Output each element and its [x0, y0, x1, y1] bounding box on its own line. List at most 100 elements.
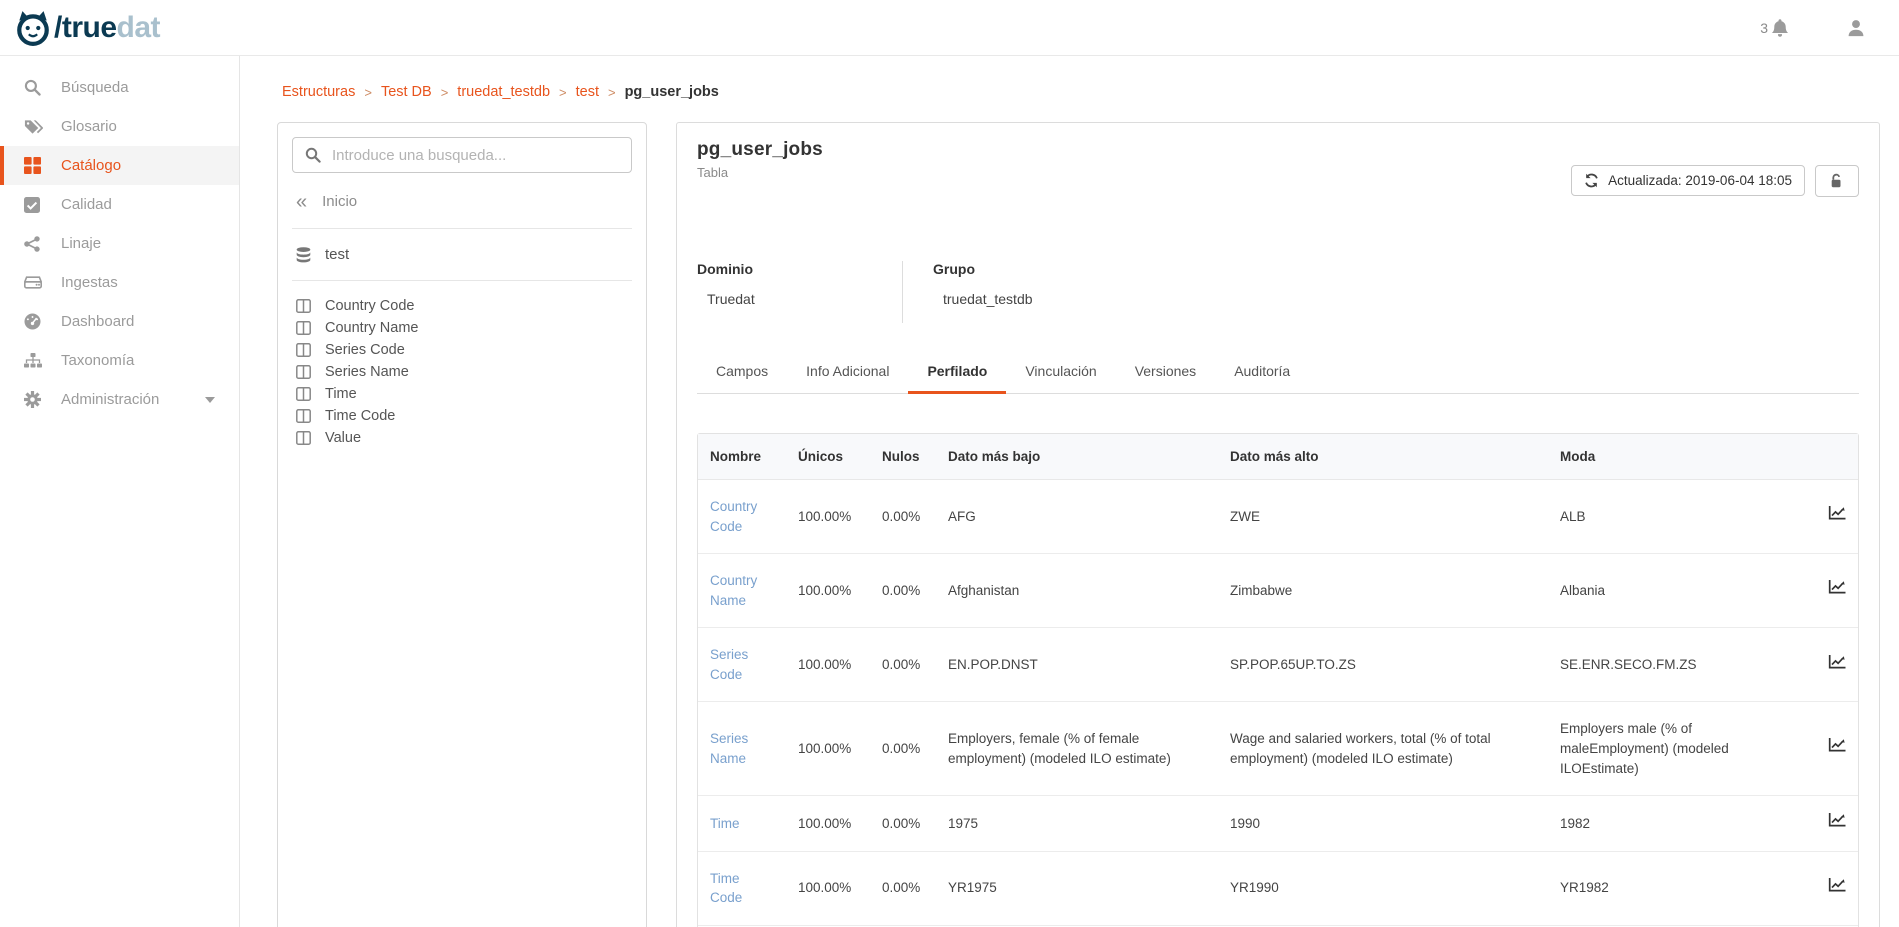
chart-line-icon[interactable]	[1828, 741, 1846, 756]
structure-back-label: Inicio	[322, 193, 357, 210]
profile-table-header: Únicos	[786, 434, 870, 480]
angle-double-left-icon: «	[296, 196, 307, 208]
structure-column-item[interactable]: Country Name	[292, 317, 632, 339]
sidebar-item-label: Catálogo	[61, 157, 121, 174]
columns-icon	[296, 431, 311, 445]
structure-type-label: Tabla	[697, 165, 823, 180]
structure-search-input[interactable]	[332, 147, 619, 164]
breadcrumb-separator: >	[559, 85, 567, 100]
structure-column-item[interactable]: Time	[292, 383, 632, 405]
sidebar-item-label: Búsqueda	[61, 79, 129, 96]
structure-back-link[interactable]: « Inicio	[292, 193, 632, 228]
field-name-link[interactable]: Series Name	[710, 731, 748, 766]
tab-perfilado[interactable]: Perfilado	[908, 355, 1006, 394]
structure-column-item[interactable]: Series Code	[292, 339, 632, 361]
group-value: truedat_testdb	[943, 291, 1033, 307]
columns-icon	[296, 387, 311, 401]
sidebar-item-catalogo[interactable]: Catálogo	[0, 146, 239, 185]
chart-line-icon[interactable]	[1828, 816, 1846, 831]
chart-line-icon[interactable]	[1828, 509, 1846, 524]
columns-icon	[296, 299, 311, 313]
structure-column-item[interactable]: Series Name	[292, 361, 632, 383]
field-name-link[interactable]: Time Code	[710, 871, 742, 906]
database-icon	[296, 247, 311, 263]
caret-down-icon	[205, 397, 215, 403]
profile-table-header: Moda	[1548, 434, 1812, 480]
field-name-link[interactable]: Country Code	[710, 499, 757, 534]
cell-mode: ALB	[1548, 480, 1812, 554]
sidebar-item-glosario[interactable]: Glosario	[0, 107, 239, 146]
refresh-icon	[1584, 173, 1599, 188]
tab-campos[interactable]: Campos	[697, 355, 787, 394]
tab-auditoria[interactable]: Auditoría	[1215, 355, 1309, 394]
profile-table-row: Time Code100.00%0.00%YR1975YR1990YR1982	[698, 852, 1858, 926]
breadcrumb-link[interactable]: truedat_testdb	[457, 84, 550, 100]
sidebar-item-busqueda[interactable]: Búsqueda	[0, 68, 239, 107]
check-square-icon	[24, 197, 44, 213]
cell-lowest: EN.POP.DNST	[936, 628, 1218, 702]
notification-count: 3	[1760, 20, 1768, 36]
bell-icon	[1771, 18, 1789, 37]
breadcrumb: Estructuras>Test DB>truedat_testdb>test>…	[240, 56, 1899, 122]
field-name-link[interactable]: Time	[710, 816, 740, 831]
tab-versiones[interactable]: Versiones	[1116, 355, 1215, 394]
sidebar-item-taxonomia[interactable]: Taxonomía	[0, 341, 239, 380]
gauge-icon	[24, 313, 44, 330]
columns-icon	[296, 409, 311, 423]
unlock-button[interactable]	[1815, 165, 1859, 197]
structure-detail-card: pg_user_jobs Tabla	[676, 122, 1880, 927]
sidebar-item-label: Administración	[61, 391, 159, 408]
tab-info-adicional[interactable]: Info Adicional	[787, 355, 908, 394]
app-logo[interactable]: /truedat	[14, 10, 160, 46]
chart-line-icon[interactable]	[1828, 583, 1846, 598]
profile-table-header: Nulos	[870, 434, 936, 480]
sidebar-item-dashboard[interactable]: Dashboard	[0, 302, 239, 341]
profile-table-row: Country Name100.00%0.00%AfghanistanZimba…	[698, 554, 1858, 628]
columns-icon	[296, 343, 311, 357]
structure-column-item[interactable]: Value	[292, 427, 632, 449]
cell-nulls: 0.00%	[870, 480, 936, 554]
cell-highest: Zimbabwe	[1218, 554, 1548, 628]
chart-line-icon[interactable]	[1828, 881, 1846, 896]
breadcrumb-link[interactable]: Estructuras	[282, 84, 355, 100]
cell-unique: 100.00%	[786, 796, 870, 852]
breadcrumb-current: pg_user_jobs	[625, 84, 719, 100]
chart-line-icon[interactable]	[1828, 658, 1846, 673]
structure-column-label: Time	[325, 386, 357, 402]
sidebar-item-administracion[interactable]: Administración	[0, 380, 239, 419]
user-menu-button[interactable]	[1847, 19, 1865, 37]
sidebar-item-label: Glosario	[61, 118, 117, 135]
structure-column-list: Country CodeCountry NameSeries CodeSerie…	[292, 281, 632, 449]
breadcrumb-link[interactable]: test	[576, 84, 599, 100]
top-header: /truedat 3	[0, 0, 1899, 56]
sidebar-item-ingestas[interactable]: Ingestas	[0, 263, 239, 302]
sidebar-item-label: Calidad	[61, 196, 112, 213]
sidebar-item-linaje[interactable]: Linaje	[0, 224, 239, 263]
refresh-updated-button[interactable]: Actualizada: 2019-06-04 18:05	[1571, 165, 1805, 196]
notifications-button[interactable]: 3	[1760, 18, 1789, 37]
tab-vinculacion[interactable]: Vinculación	[1006, 355, 1115, 394]
cell-unique: 100.00%	[786, 852, 870, 926]
logo-wordmark: /truedat	[54, 13, 160, 43]
breadcrumb-separator: >	[608, 85, 616, 100]
field-name-link[interactable]: Series Code	[710, 647, 748, 682]
sidebar-item-label: Dashboard	[61, 313, 134, 330]
structure-column-item[interactable]: Country Code	[292, 295, 632, 317]
sidebar-item-calidad[interactable]: Calidad	[0, 185, 239, 224]
domain-label: Dominio	[697, 261, 902, 277]
field-name-link[interactable]: Country Name	[710, 573, 757, 608]
structure-parent-item[interactable]: test	[292, 229, 632, 280]
structure-column-label: Time Code	[325, 408, 395, 424]
structure-column-item[interactable]: Time Code	[292, 405, 632, 427]
profile-table-row: Series Name100.00%0.00%Employers, female…	[698, 702, 1858, 796]
profile-table-row: Series Code100.00%0.00%EN.POP.DNSTSP.POP…	[698, 628, 1858, 702]
domain-group-section: Dominio Truedat Grupo truedat_testdb	[697, 261, 1859, 323]
gear-icon	[24, 391, 44, 408]
cell-unique: 100.00%	[786, 554, 870, 628]
share-icon	[24, 236, 44, 252]
profile-table-header: Dato más alto	[1218, 434, 1548, 480]
cell-mode: 1982	[1548, 796, 1812, 852]
drive-icon	[24, 275, 44, 290]
breadcrumb-link[interactable]: Test DB	[381, 84, 432, 100]
cell-unique: 100.00%	[786, 480, 870, 554]
